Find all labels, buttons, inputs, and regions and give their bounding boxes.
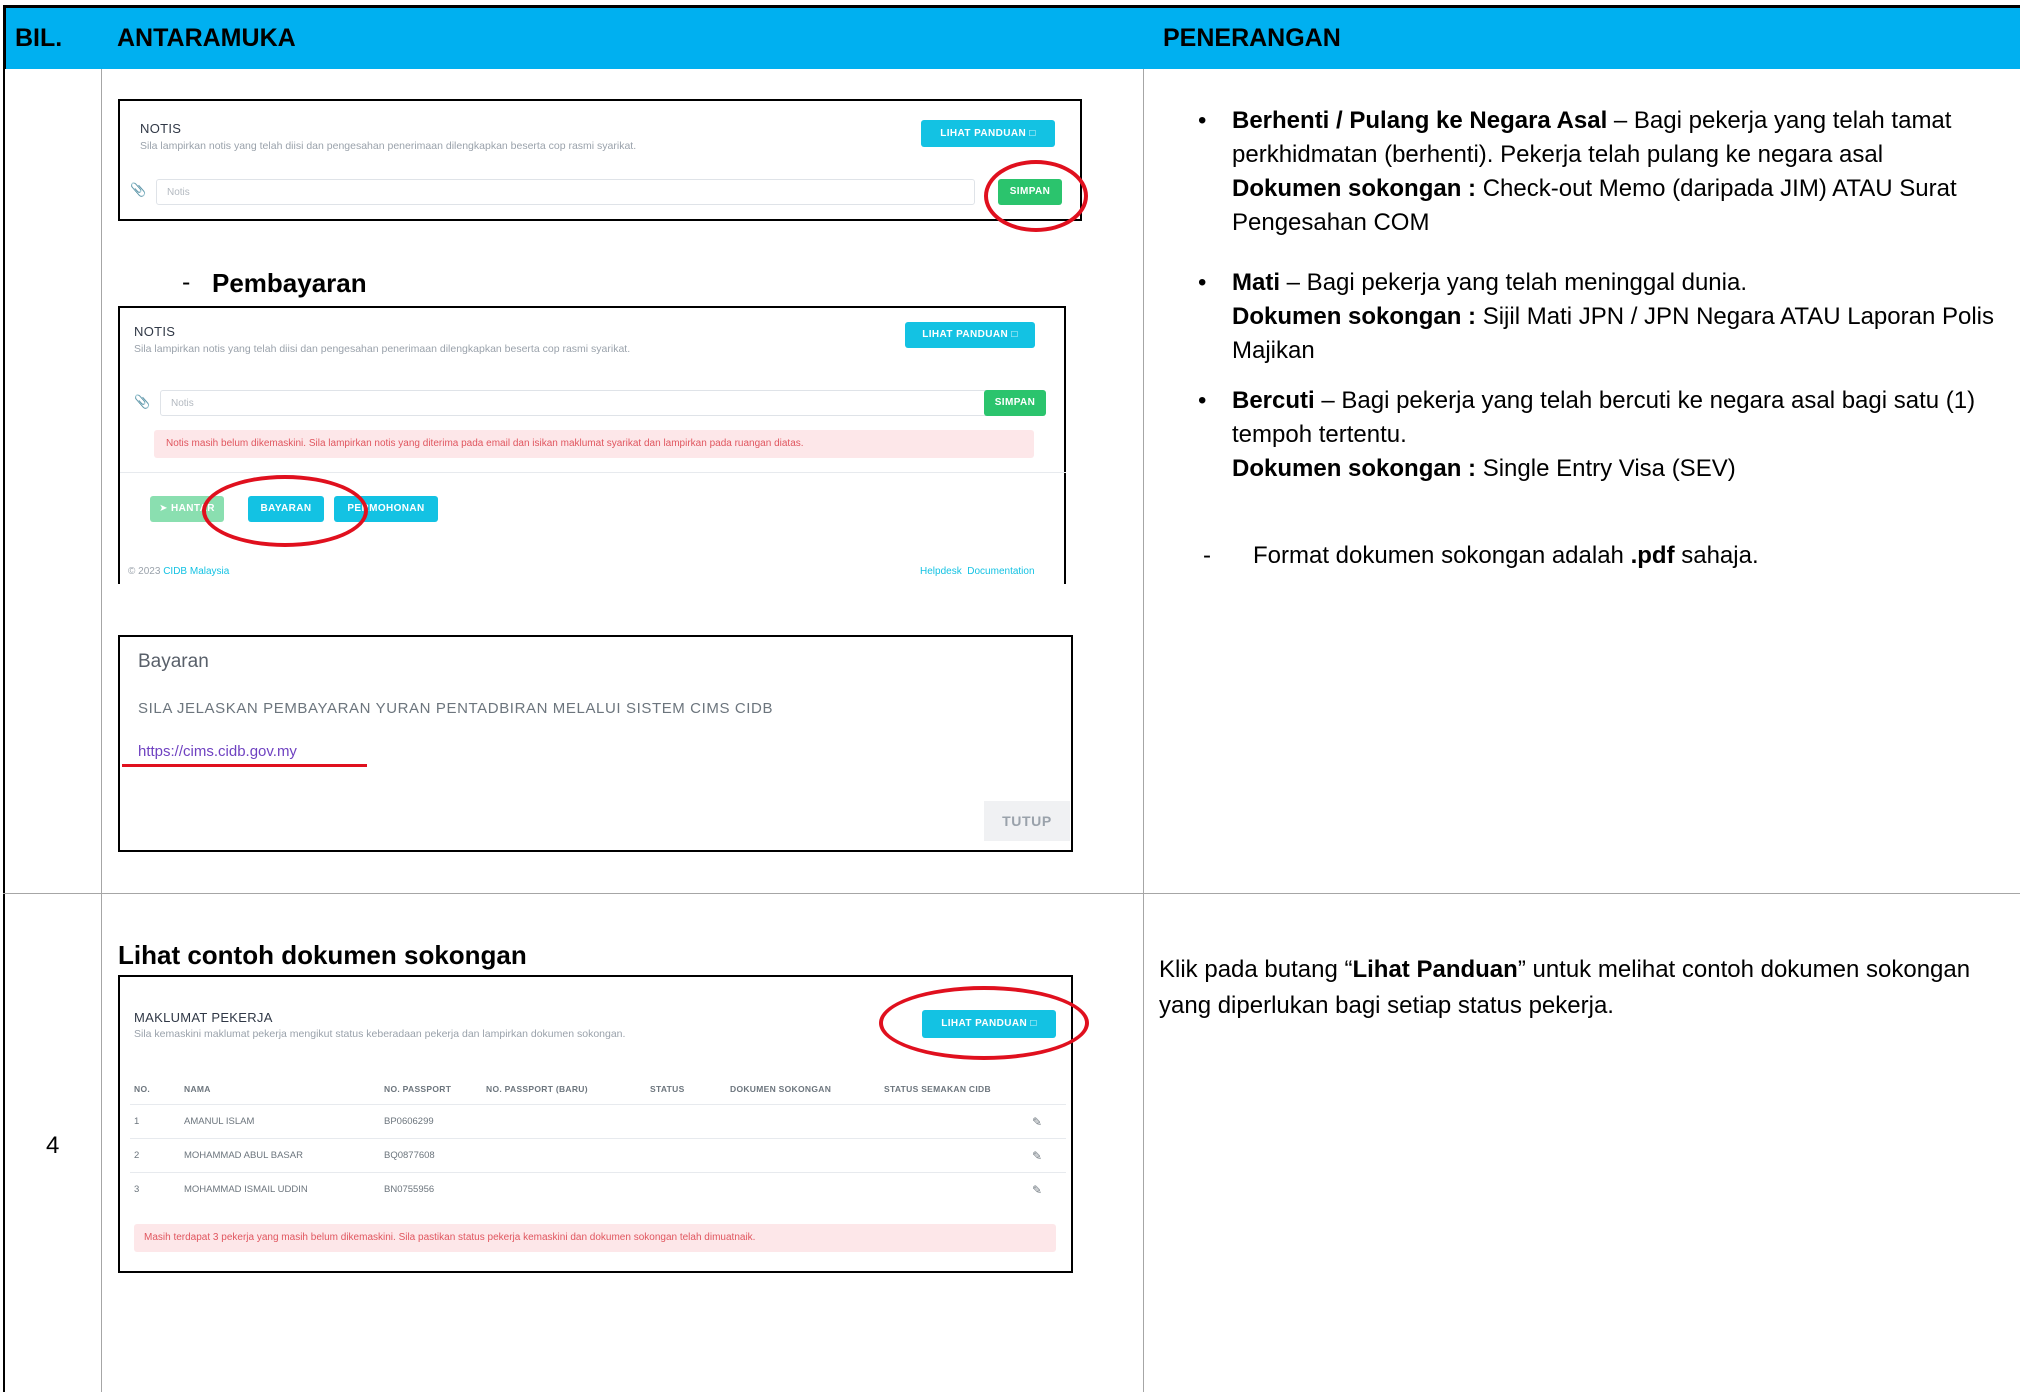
desc-bercuti-title: Bercuti (1232, 387, 1315, 414)
table-header: BIL. ANTARAMUKA PENERANGAN (3, 5, 2020, 69)
cell-no: 2 (134, 1150, 140, 1161)
table-row: 3 MOHAMMAD ISMAIL UDDIN BN0755956 ✎ (120, 1173, 1070, 1206)
bookmark-icon: □ (1011, 329, 1018, 340)
highlight-circle (984, 160, 1088, 232)
highlight-circle (879, 986, 1089, 1060)
documentation-link[interactable]: Documentation (967, 566, 1034, 577)
col-header-passport-baru: NO. PASSPORT (BARU) (486, 1084, 588, 1094)
footer-copyright: © 2023 CIDB Malaysia (128, 566, 229, 577)
col-header-no: NO. (134, 1084, 151, 1094)
col-header-status-semakan: STATUS SEMAKAN CIDB (884, 1084, 991, 1094)
notis-alert: Notis masih belum dikemaskini. Sila lamp… (154, 430, 1034, 458)
cell-passport: BP0606299 (384, 1116, 434, 1127)
maklumat-pekerja-title: MAKLUMAT PEKERJA (134, 1010, 273, 1025)
footer-links: Helpdesk Documentation (920, 566, 1035, 577)
desc-bercuti-doc: Single Entry Visa (SEV) (1476, 455, 1736, 482)
pencil-icon[interactable]: ✎ (1032, 1115, 1042, 1129)
desc-pre: Klik pada butang “ (1159, 956, 1353, 983)
header-antaramuka: ANTARAMUKA (117, 24, 296, 52)
bullet: • (1198, 387, 1207, 414)
paperclip-icon: 📎 (130, 182, 147, 197)
format-dash: - (1203, 542, 1211, 569)
format-note: Format dokumen sokongan adalah .pdf saha… (1253, 539, 2003, 573)
pembayaran-dash: - (182, 268, 191, 296)
lihat-panduan-label: LIHAT PANDUAN (940, 128, 1027, 139)
col-header-nama: NAMA (184, 1084, 211, 1094)
cell-no: 3 (134, 1184, 140, 1195)
notis-file-placeholder: Notis (171, 398, 194, 409)
tutup-button[interactable]: TUTUP (984, 801, 1070, 841)
desc-item-mati: • Mati – Bagi pekerja yang telah meningg… (1198, 266, 2007, 368)
notis-title: NOTIS (140, 121, 182, 136)
maklumat-pekerja-subtitle: Sila kemaskini maklumat pekerja mengikut… (134, 1028, 626, 1040)
column-divider-1 (101, 69, 102, 1392)
desc-item-bercuti: • Bercuti – Bagi pekerja yang telah berc… (1198, 384, 2007, 486)
bullet: • (1198, 107, 1207, 134)
cell-nama: MOHAMMAD ISMAIL UDDIN (184, 1184, 308, 1195)
notis-file-input[interactable]: Notis (156, 179, 975, 205)
desc-mati-text: – Bagi pekerja yang telah meninggal duni… (1280, 269, 1747, 296)
row4-description: Klik pada butang “Lihat Panduan” untuk m… (1159, 952, 2009, 1024)
col-header-status: STATUS (650, 1084, 685, 1094)
header-bil: BIL. (15, 24, 63, 52)
cell-passport: BN0755956 (384, 1184, 435, 1195)
notis-title: NOTIS (134, 324, 176, 339)
bookmark-icon: □ (1029, 128, 1036, 139)
bayaran-modal: Bayaran SILA JELASKAN PEMBAYARAN YURAN P… (118, 635, 1073, 852)
column-divider-2 (1143, 69, 1144, 1392)
cell-nama: AMANUL ISLAM (184, 1116, 255, 1127)
helpdesk-link[interactable]: Helpdesk (920, 566, 962, 577)
bayaran-title: Bayaran (138, 651, 209, 672)
paperclip-icon: 📎 (134, 394, 151, 409)
bayaran-message: SILA JELASKAN PEMBAYARAN YURAN PENTADBIR… (138, 700, 774, 717)
notis-panel: NOTIS Sila lampirkan notis yang telah di… (118, 99, 1082, 221)
format-pdf: .pdf (1630, 542, 1675, 569)
cell-no: 1 (134, 1116, 140, 1127)
cims-link[interactable]: https://cims.cidb.gov.my (138, 743, 297, 760)
col-header-dokumen: DOKUMEN SOKONGAN (730, 1084, 832, 1094)
cell-passport: BQ0877608 (384, 1150, 435, 1161)
footer-brand-link[interactable]: CIDB Malaysia (163, 566, 229, 577)
divider (120, 472, 1066, 473)
footer-copy: © 2023 (128, 566, 161, 577)
desc-mati-title: Mati (1232, 269, 1280, 296)
row-divider (3, 893, 2020, 894)
notis-file-input[interactable]: Notis (160, 390, 990, 416)
table-row: 1 AMANUL ISLAM BP0606299 ✎ (120, 1105, 1070, 1138)
header-penerangan: PENERANGAN (1163, 24, 1341, 52)
pencil-icon[interactable]: ✎ (1032, 1183, 1042, 1197)
lihat-panduan-button[interactable]: LIHAT PANDUAN □ (905, 322, 1035, 348)
notis-file-placeholder: Notis (167, 187, 190, 198)
desc-bercuti-text: – Bagi pekerja yang telah bercuti ke neg… (1232, 387, 1976, 448)
notis-subtitle: Sila lampirkan notis yang telah diisi da… (140, 140, 637, 152)
row-number: 4 (46, 1132, 60, 1159)
pembayaran-heading: Pembayaran (212, 268, 367, 298)
simpan-button[interactable]: SIMPAN (984, 390, 1046, 416)
link-underline-annotation (122, 764, 367, 767)
desc-berhenti-title: Berhenti / Pulang ke Negara Asal (1232, 107, 1608, 134)
bullet: • (1198, 269, 1207, 296)
desc-doc-label: Dokumen sokongan : (1232, 455, 1477, 482)
pencil-icon[interactable]: ✎ (1032, 1149, 1042, 1163)
notis-subtitle: Sila lampirkan notis yang telah diisi da… (134, 343, 631, 355)
lihat-contoh-heading: Lihat contoh dokumen sokongan (118, 940, 527, 970)
send-icon: ➤ (159, 503, 168, 514)
cell-nama: MOHAMMAD ABUL BASAR (184, 1150, 303, 1161)
lihat-panduan-button[interactable]: LIHAT PANDUAN □ (921, 120, 1055, 147)
highlight-circle (202, 475, 368, 547)
desc-doc-label: Dokumen sokongan : (1232, 175, 1477, 202)
col-header-passport: NO. PASSPORT (384, 1084, 452, 1094)
table-row: 2 MOHAMMAD ABUL BASAR BQ0877608 ✎ (120, 1139, 1070, 1172)
format-tail: sahaja. (1674, 542, 1759, 569)
table-left-border (3, 69, 5, 1392)
format-text: Format dokumen sokongan adalah (1253, 542, 1631, 569)
desc-doc-label: Dokumen sokongan : (1232, 303, 1477, 330)
pekerja-alert: Masih terdapat 3 pekerja yang masih belu… (134, 1224, 1056, 1252)
lihat-panduan-label: LIHAT PANDUAN (922, 329, 1009, 340)
desc-lihat-panduan: Lihat Panduan (1352, 956, 1518, 983)
desc-item-berhenti: • Berhenti / Pulang ke Negara Asal – Bag… (1198, 104, 2007, 240)
